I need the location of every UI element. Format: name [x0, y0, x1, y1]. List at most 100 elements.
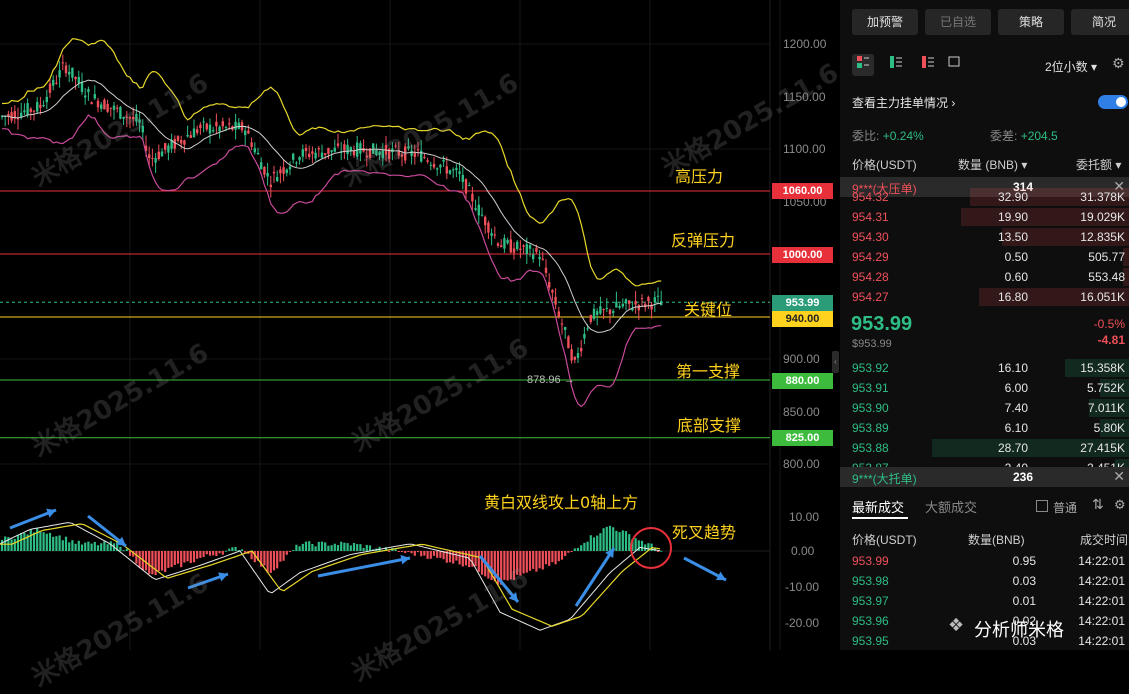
ask-row[interactable]: 954.29 0.50 505.77 — [840, 247, 1129, 267]
candle-body — [448, 170, 452, 174]
macd-bar — [23, 532, 26, 551]
price-tick: 900.00 — [783, 352, 820, 366]
macd-bar — [304, 541, 308, 551]
label-rebound-resistance: 反弹压力 — [671, 231, 736, 250]
bid-row[interactable]: 953.92 16.10 15.358K — [840, 358, 1129, 378]
filter-icon[interactable]: ⇅ — [1092, 496, 1104, 513]
view-compact-icon[interactable] — [943, 54, 965, 76]
view-both-icon[interactable] — [852, 54, 874, 76]
candle-body — [480, 214, 484, 216]
macd-bar — [202, 551, 205, 557]
bid-qty: 7.40 — [1004, 401, 1028, 415]
bid-total: 15.358K — [1080, 361, 1125, 375]
candle-body — [426, 160, 429, 162]
macd-bar — [336, 545, 340, 551]
candle-body — [365, 155, 368, 158]
candle-body — [586, 328, 589, 330]
tab-large-trades[interactable]: 大额成交 — [925, 497, 977, 516]
macd-bar — [128, 551, 132, 556]
ask-total: 16.051K — [1080, 290, 1125, 304]
candle-body — [173, 139, 176, 149]
view-asks-icon[interactable] — [917, 54, 939, 76]
ask-row[interactable]: 954.32 32.90 31.378K — [840, 187, 1129, 207]
macd-bar — [221, 551, 224, 555]
normal-checkbox[interactable] — [1036, 500, 1048, 512]
candle-body — [266, 172, 269, 177]
macd-bar — [196, 551, 199, 559]
main-orders-link[interactable]: 查看主力挂单情况 › — [852, 94, 955, 111]
ask-total: 31.378K — [1080, 190, 1125, 204]
candle-body — [557, 311, 560, 317]
candle-body — [164, 143, 167, 150]
col-header-qty[interactable]: 数量 (BNB) ▾ — [958, 156, 1027, 173]
candle-body — [253, 148, 256, 153]
candle-body — [119, 106, 122, 119]
view-bids-icon[interactable] — [885, 54, 907, 76]
macd-bar — [506, 551, 509, 581]
collapse-panel-handle[interactable]: ‹ — [832, 351, 839, 373]
ask-row[interactable]: 954.31 19.90 19.029K — [840, 207, 1129, 227]
candle-body — [276, 176, 279, 182]
candle-body — [359, 143, 362, 154]
macd-bar — [164, 551, 167, 573]
add-alert-button[interactable]: 加预警 — [852, 9, 918, 35]
macd-bar — [407, 551, 410, 552]
ask-row[interactable]: 954.30 13.50 12.835K — [840, 227, 1129, 247]
candle-body — [432, 163, 436, 168]
candle-body — [464, 179, 468, 194]
candle-body — [154, 157, 157, 163]
big-buy-row[interactable]: 9***(大托单) 236 ✕ — [840, 467, 1129, 487]
candle-body — [506, 239, 509, 244]
macd-bar — [10, 539, 13, 551]
settings-gear-icon[interactable]: ⚙ — [1114, 497, 1126, 513]
candle-body — [400, 154, 404, 157]
candle-body — [378, 151, 381, 155]
macd-bar — [71, 540, 74, 551]
candle-body — [352, 151, 356, 156]
candle-body — [544, 267, 548, 273]
macd-bar — [212, 551, 215, 556]
candle-body — [234, 121, 237, 130]
macd-bar — [276, 551, 279, 569]
strategy-button[interactable]: 策略 — [998, 9, 1064, 35]
ask-row[interactable]: 954.27 16.80 16.051K — [840, 287, 1129, 307]
main-orders-toggle[interactable] — [1098, 95, 1128, 109]
candle-body — [343, 144, 346, 151]
overview-button[interactable]: 简况 — [1071, 9, 1129, 35]
decimal-select[interactable]: 2位小数 ▾ — [1045, 58, 1097, 75]
trade-price: 953.96 — [852, 614, 889, 628]
candle-body — [311, 151, 314, 154]
bid-row[interactable]: 953.88 28.70 27.415K — [840, 438, 1129, 458]
col-header-total[interactable]: 委托额 ▾ — [1076, 156, 1121, 173]
macd-bar — [186, 551, 189, 562]
candle-body — [589, 314, 592, 322]
ask-row[interactable]: 954.28 0.60 553.48 — [840, 267, 1129, 287]
ask-qty: 0.50 — [1004, 250, 1028, 264]
trade-price: 953.99 — [852, 554, 889, 568]
kline-chart[interactable]: 米格2025.11.6 米格2025.11.6 米格2025.11.6 米格20… — [0, 0, 844, 693]
macd-bar — [269, 551, 272, 573]
bid-row[interactable]: 953.90 7.40 7.011K — [840, 398, 1129, 418]
candle-body — [186, 135, 189, 137]
bid-row[interactable]: 953.91 6.00 5.752K — [840, 378, 1129, 398]
candle-body — [628, 300, 631, 304]
macd-tick: -20.00 — [785, 616, 820, 630]
bid-row[interactable]: 953.89 6.10 5.80K — [840, 418, 1129, 438]
candle-body — [84, 95, 87, 98]
macd-bar — [640, 540, 644, 551]
binance-logo-icon: ❖ — [948, 615, 965, 635]
candle-body — [564, 327, 567, 330]
macd-bar — [311, 544, 314, 551]
tab-latest-trades[interactable]: 最新成交 — [852, 497, 904, 516]
macd-bar — [173, 551, 176, 566]
close-icon[interactable]: ✕ — [1113, 468, 1125, 485]
watchlist-button[interactable]: 已自选 — [925, 9, 991, 35]
macd-bar — [42, 532, 45, 551]
settings-gear-icon[interactable]: ⚙ — [1112, 55, 1125, 72]
macd-bar — [503, 551, 506, 580]
candle-body — [314, 152, 317, 159]
macd-tick: -10.00 — [785, 580, 820, 594]
candle-body — [112, 105, 116, 110]
macd-bar — [573, 548, 576, 551]
candle-body — [525, 244, 528, 254]
